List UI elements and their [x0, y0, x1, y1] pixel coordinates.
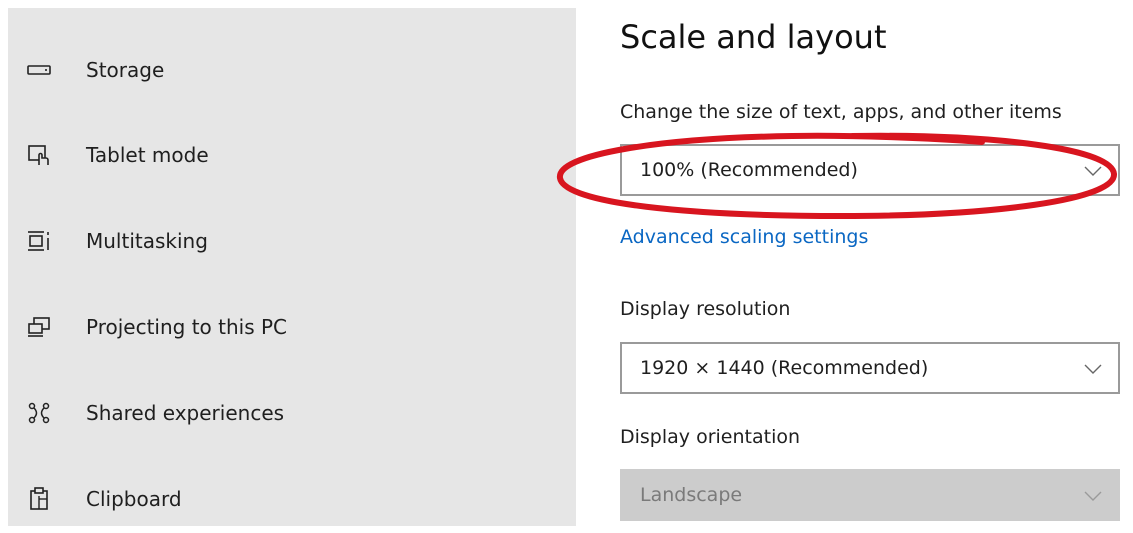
orientation-value: Landscape [640, 484, 743, 506]
sidebar-item-multitasking[interactable]: Multitasking [8, 211, 576, 271]
scale-value: 100% (Recommended) [640, 159, 858, 181]
sidebar-item-projecting[interactable]: Projecting to this PC [8, 297, 576, 357]
scale-dropdown[interactable]: 100% (Recommended) [620, 144, 1120, 196]
sidebar-item-label: Projecting to this PC [86, 315, 288, 339]
chevron-down-icon [1084, 487, 1102, 506]
sidebar-item-label: Shared experiences [86, 401, 285, 425]
settings-page: Storage Tablet mode Multitasking Project… [0, 0, 1133, 533]
sidebar-item-shared-experiences[interactable]: Shared experiences [8, 383, 576, 443]
clipboard-icon [26, 486, 52, 512]
page-title: Scale and layout [620, 18, 887, 56]
resolution-value: 1920 × 1440 (Recommended) [640, 357, 929, 379]
sidebar-item-label: Clipboard [86, 487, 182, 511]
orientation-dropdown[interactable]: Landscape [620, 469, 1120, 521]
chevron-down-icon [1084, 162, 1102, 181]
orientation-label: Display orientation [620, 426, 801, 448]
sidebar-item-clipboard[interactable]: Clipboard [8, 469, 576, 529]
resolution-label: Display resolution [620, 298, 791, 320]
sidebar-item-label: Tablet mode [86, 143, 209, 167]
resolution-dropdown[interactable]: 1920 × 1440 (Recommended) [620, 342, 1120, 394]
multitasking-icon [26, 228, 52, 254]
storage-icon [26, 57, 52, 83]
sidebar-item-label: Multitasking [86, 229, 208, 253]
scale-layout-panel: Scale and layout Change the size of text… [598, 0, 1133, 533]
sidebar: Storage Tablet mode Multitasking Project… [8, 8, 576, 526]
scale-label: Change the size of text, apps, and other… [620, 101, 1062, 123]
sidebar-item-label: Storage [86, 58, 165, 82]
tablet-mode-icon [26, 142, 52, 168]
sidebar-item-tablet-mode[interactable]: Tablet mode [8, 125, 576, 185]
sidebar-item-storage[interactable]: Storage [8, 40, 576, 100]
shared-experiences-icon [26, 400, 52, 426]
chevron-down-icon [1084, 360, 1102, 379]
projecting-icon [26, 314, 52, 340]
advanced-scaling-link[interactable]: Advanced scaling settings [620, 226, 868, 248]
